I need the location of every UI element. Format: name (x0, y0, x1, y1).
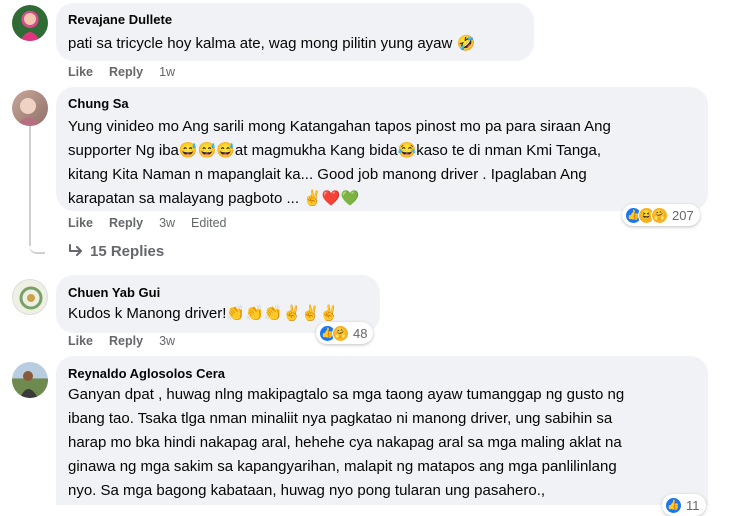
comment-text-line: ginawa ng mga sakim sa kapangyarihan, ma… (68, 458, 617, 475)
avatar-image-icon (20, 371, 38, 398)
reaction-count: 11 (686, 497, 700, 513)
comment-text-line: Ganyan dpat , huwag nlng makipagtalo sa … (68, 386, 625, 403)
avatar[interactable] (12, 362, 48, 398)
reaction-summary[interactable]: 👍 11 (662, 494, 706, 516)
comment-text-line: nyo. Sa mga bagong kabataan, huwag nyo p… (68, 482, 546, 499)
comment-author[interactable]: Reynaldo Aglosolos Cera (68, 366, 225, 381)
like-reaction-icon: 👍 (665, 496, 682, 514)
comment-text-line: harap mo bka hindi nakapag aral, hehehe … (68, 434, 622, 451)
comment-reynaldo: Reynaldo Aglosolos Cera Ganyan dpat , hu… (0, 0, 750, 516)
comment-text-line: ibang tao. Tsaka tlga nman minaliit nya … (68, 410, 613, 427)
